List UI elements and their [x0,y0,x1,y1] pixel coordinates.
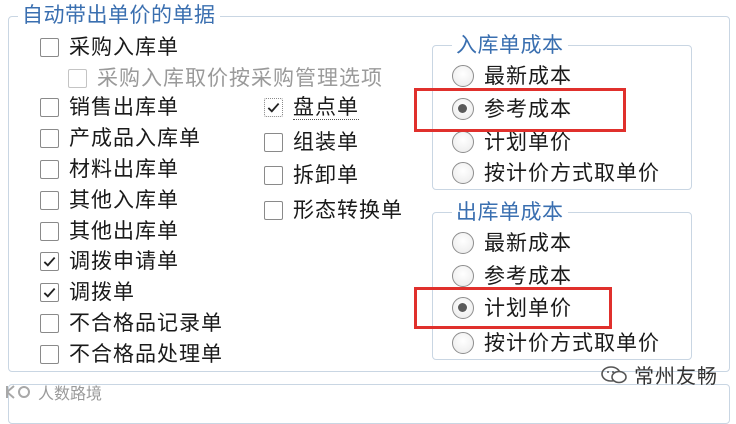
assembly-checkbox[interactable] [264,132,283,152]
outbound-valuation-radio[interactable] [452,332,474,354]
disassembly-label: 拆卸单 [293,163,359,187]
sales-outbound-checkbox[interactable] [40,97,59,117]
check-icon [43,256,56,267]
inbound-latest-radio[interactable] [452,65,474,87]
finished-goods-inbound-checkbox[interactable] [40,128,59,148]
assembly-label: 组装单 [293,130,359,154]
other-inbound-label: 其他入库单 [69,188,179,212]
outbound-plan-highlight [414,287,612,329]
form-conversion-checkbox[interactable] [264,200,283,220]
check-icon [267,102,280,113]
stocktake-checkbox[interactable] [264,97,283,117]
nonconforming-record-checkbox[interactable] [40,313,59,333]
sales-outbound-label: 销售出库单 [69,95,179,119]
checkbox-row-sales-outbound[interactable]: 销售出库单 [40,93,179,121]
right-watermark: 常州友畅 [600,360,718,389]
checkbox-row-other-outbound[interactable]: 其他出库单 [40,217,179,245]
stocktake-label: 盘点单 [293,94,359,120]
other-outbound-checkbox[interactable] [40,221,59,241]
inbound-valuation-radio[interactable] [452,162,474,184]
checkbox-row-nonconforming-handling[interactable]: 不合格品处理单 [40,340,223,368]
left-watermark: 人数路境 [4,380,102,404]
nonconforming-record-label: 不合格品记录单 [69,311,223,335]
inbound-latest-label: 最新成本 [484,64,572,88]
disassembly-checkbox[interactable] [264,165,283,185]
checkbox-row-assembly[interactable]: 组装单 [264,128,359,156]
outbound-valuation-label: 按计价方式取单价 [484,331,660,355]
checkbox-row-other-inbound[interactable]: 其他入库单 [40,186,179,214]
checkbox-row-stocktake[interactable]: 盘点单 [264,93,359,121]
next-group-frame [8,384,730,424]
outbound-option-valuation[interactable]: 按计价方式取单价 [452,329,660,357]
transfer-checkbox[interactable] [40,282,59,302]
other-inbound-checkbox[interactable] [40,190,59,210]
purchase-price-option-checkbox [68,68,87,88]
right-watermark-text: 常州友畅 [634,364,718,388]
inbound-reference-highlight [414,88,626,132]
inbound-plan-label: 计划单价 [484,130,572,154]
inbound-cost-title: 入库单成本 [452,32,568,58]
inbound-valuation-label: 按计价方式取单价 [484,161,660,185]
checkbox-row-material-outbound[interactable]: 材料出库单 [40,155,179,183]
outbound-latest-radio[interactable] [452,232,474,254]
inbound-plan-radio[interactable] [452,131,474,153]
checkbox-row-form-conversion[interactable]: 形态转换单 [264,196,403,224]
nonconforming-handling-checkbox[interactable] [40,344,59,364]
purchase-inbound-label: 采购入库单 [69,35,179,59]
transfer-request-checkbox[interactable] [40,251,59,271]
wechat-icon [601,365,627,383]
check-icon [43,287,56,298]
inbound-option-plan[interactable]: 计划单价 [452,128,572,156]
purchase-price-option-label: 采购入库取价按采购管理选项 [97,66,383,90]
purchase-inbound-checkbox[interactable] [40,37,59,57]
checkbox-row-finished-goods-inbound[interactable]: 产成品入库单 [40,124,201,152]
material-outbound-label: 材料出库单 [69,157,179,181]
watermark-logo-icon [6,385,30,399]
form-conversion-label: 形态转换单 [293,198,403,222]
checkbox-row-transfer[interactable]: 调拨单 [40,278,135,306]
outbound-latest-label: 最新成本 [484,231,572,255]
inbound-option-latest[interactable]: 最新成本 [452,62,572,90]
finished-goods-inbound-label: 产成品入库单 [69,126,201,150]
outbound-reference-label: 参考成本 [484,264,572,288]
outbound-reference-radio[interactable] [452,265,474,287]
checkbox-row-transfer-request[interactable]: 调拨申请单 [40,247,179,275]
transfer-request-label: 调拨申请单 [69,249,179,273]
checkbox-row-purchase-inbound[interactable]: 采购入库单 [40,33,179,61]
checkbox-row-disassembly[interactable]: 拆卸单 [264,161,359,189]
transfer-label: 调拨单 [69,280,135,304]
checkbox-row-nonconforming-record[interactable]: 不合格品记录单 [40,309,223,337]
left-watermark-text: 人数路境 [38,384,103,403]
inbound-option-valuation[interactable]: 按计价方式取单价 [452,159,660,187]
outbound-cost-title: 出库单成本 [452,199,568,225]
outbound-option-reference[interactable]: 参考成本 [452,262,572,290]
other-outbound-label: 其他出库单 [69,219,179,243]
auto-price-group-title: 自动带出单价的单据 [18,2,220,28]
outbound-option-latest[interactable]: 最新成本 [452,229,572,257]
checkbox-row-purchase-price-option: 采购入库取价按采购管理选项 [68,64,383,92]
material-outbound-checkbox[interactable] [40,159,59,179]
nonconforming-handling-label: 不合格品处理单 [69,342,223,366]
